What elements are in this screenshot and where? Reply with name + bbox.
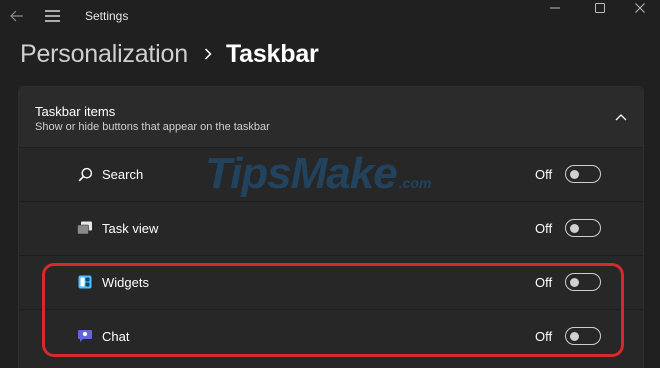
setting-label: Chat — [102, 329, 130, 344]
toggle-state-text: Off — [535, 275, 553, 290]
breadcrumb: Personalization Taskbar — [20, 36, 319, 72]
close-icon — [635, 3, 645, 13]
setting-row-search: Search Off — [19, 147, 643, 201]
breadcrumb-personalization[interactable]: Personalization — [20, 40, 188, 69]
minimize-button[interactable] — [535, 0, 575, 16]
collapse-button[interactable] — [613, 109, 629, 125]
maximize-icon — [595, 3, 605, 13]
toggle-knob — [570, 331, 579, 341]
page-title: Taskbar — [225, 39, 319, 68]
settings-window: Settings Personalization Taskbar Taskbar… — [0, 0, 660, 368]
title-bar: Settings — [0, 0, 660, 32]
setting-label: Search — [102, 167, 144, 182]
chat-icon — [77, 328, 93, 344]
toggle-state-text: Off — [535, 329, 553, 344]
toggle-state-text: Off — [535, 167, 553, 182]
toggle-knob — [570, 223, 579, 233]
setting-row-task-view: Task view Off — [19, 201, 643, 255]
back-arrow-icon — [10, 10, 23, 22]
widgets-toggle[interactable] — [565, 273, 601, 291]
hamburger-menu-icon — [44, 10, 60, 22]
chevron-right-icon — [204, 48, 212, 60]
setting-row-chat: Chat Off — [19, 309, 643, 363]
widgets-icon — [77, 274, 93, 290]
search-icon — [77, 166, 93, 182]
back-button[interactable] — [7, 6, 27, 26]
app-title: Settings — [85, 9, 129, 23]
close-button[interactable] — [620, 0, 660, 16]
toggle-state-text: Off — [535, 221, 553, 236]
section-subtitle: Show or hide buttons that appear on the … — [35, 121, 270, 133]
task-view-icon — [77, 220, 93, 236]
task-view-toggle[interactable] — [565, 219, 601, 237]
section-header[interactable]: Taskbar items Show or hide buttons that … — [19, 87, 643, 148]
setting-label: Task view — [102, 221, 159, 236]
setting-label: Widgets — [102, 275, 149, 290]
navigation-menu-button[interactable] — [44, 8, 60, 24]
taskbar-items-section: Taskbar items Show or hide buttons that … — [18, 86, 644, 368]
maximize-button[interactable] — [580, 0, 620, 16]
chat-toggle[interactable] — [565, 327, 601, 345]
toggle-knob — [570, 277, 579, 287]
chevron-up-icon — [615, 114, 627, 121]
search-toggle[interactable] — [565, 165, 601, 183]
setting-row-widgets: Widgets Off — [19, 255, 643, 309]
toggle-knob — [570, 169, 579, 179]
minimize-icon — [550, 7, 560, 9]
section-title: Taskbar items — [35, 104, 116, 119]
